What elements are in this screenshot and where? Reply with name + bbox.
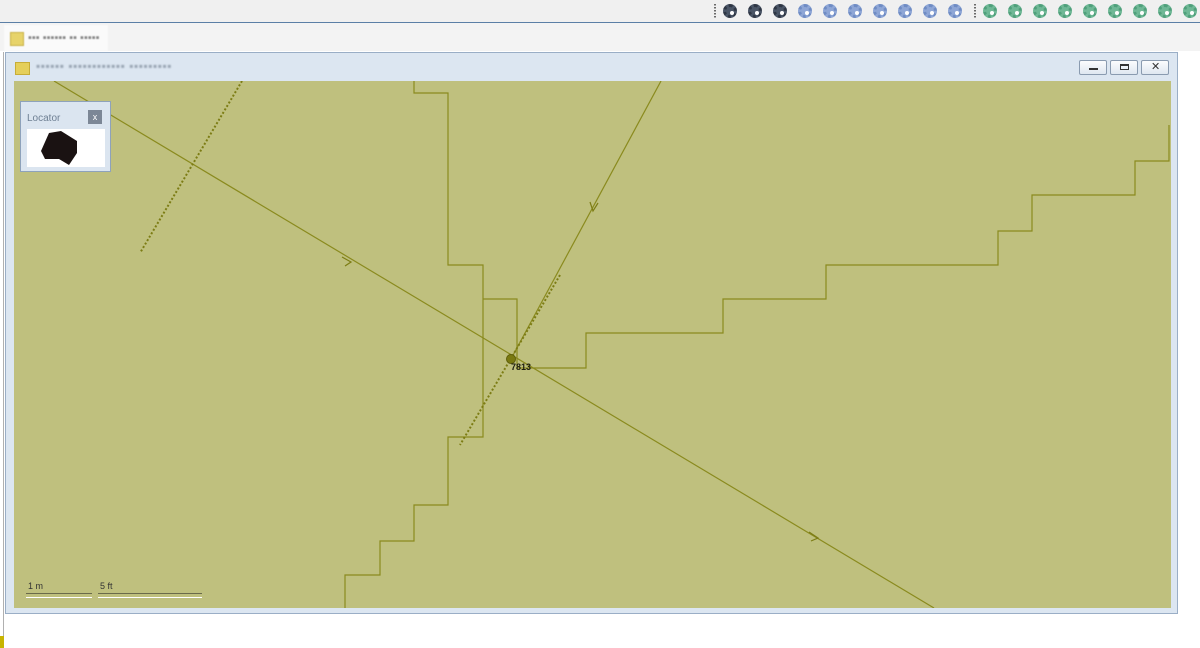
stepped-boundary-line [516,125,1170,369]
locator-title: Locator [27,113,61,124]
gear-green-icon[interactable] [1008,4,1022,18]
restore-icon [1120,64,1129,70]
gear-green-icon[interactable] [1183,4,1197,18]
locator-thumbnail [41,131,77,165]
dotted-line [139,81,243,254]
gear-green-icon[interactable] [1058,4,1072,18]
pipe-line [53,81,935,608]
gear-dark-icon[interactable] [748,4,762,18]
gear-green-icon[interactable] [1133,4,1147,18]
gear-blue-icon[interactable] [848,4,862,18]
toolbar-separator [714,4,716,18]
close-icon: ✕ [1151,61,1161,73]
scale-metric-line [26,593,92,598]
window-icon [15,62,30,75]
locator-overview-map[interactable] [27,129,105,167]
document-tab-label: ▪▪▪ ▪▪▪▪▪▪ ▪▪ ▪▪▪▪▪ [28,32,100,44]
scale-imperial-label: 5 ft [100,581,113,591]
stepped-boundary-line [483,298,518,342]
gear-dark-icon[interactable] [723,4,737,18]
close-button[interactable]: ✕ [1141,60,1169,75]
locator-panel: Locator x [20,101,111,172]
gear-green-icon[interactable] [983,4,997,18]
map-window: ▪▪▪▪▪▪ ▪▪▪▪▪▪▪▪▪▪▪▪ ▪▪▪▪▪▪▪▪▪ ✕ 7813 Loc… [5,52,1178,614]
left-border [3,52,4,636]
gear-blue-icon[interactable] [873,4,887,18]
map-canvas[interactable]: 7813 Locator x 1 m 5 ft [14,81,1171,608]
gear-green-icon[interactable] [1083,4,1097,18]
gear-blue-icon[interactable] [898,4,912,18]
scale-imperial-line [98,593,202,598]
gear-blue-icon[interactable] [823,4,837,18]
minimize-button[interactable] [1079,60,1107,75]
gear-blue-icon[interactable] [798,4,812,18]
document-tab-strip: ▪▪▪ ▪▪▪▪▪▪ ▪▪ ▪▪▪▪▪ [0,23,1200,51]
minimize-icon [1089,68,1098,70]
map-drawing [53,81,1170,608]
stepped-boundary-line [344,81,484,608]
gear-blue-icon[interactable] [923,4,937,18]
toolbar-separator [974,4,976,18]
gear-dark-icon[interactable] [773,4,787,18]
document-tab[interactable]: ▪▪▪ ▪▪▪▪▪▪ ▪▪ ▪▪▪▪▪ [4,25,108,51]
restore-button[interactable] [1110,60,1138,75]
gear-green-icon[interactable] [1033,4,1047,18]
gear-green-icon[interactable] [1108,4,1122,18]
node-label: 7813 [511,362,532,372]
app-icon [10,32,24,46]
pipe-line [510,81,662,360]
window-title: ▪▪▪▪▪▪ ▪▪▪▪▪▪▪▪▪▪▪▪ ▪▪▪▪▪▪▪▪▪ [36,59,173,73]
status-accent [0,636,4,648]
gear-green-icon[interactable] [1158,4,1172,18]
locator-close-button[interactable]: x [88,110,102,124]
locator-shape [41,131,77,165]
top-toolbar [0,0,1200,23]
scale-metric-label: 1 m [28,581,44,591]
scale-bar: 1 m 5 ft [20,581,220,601]
window-titlebar[interactable]: ▪▪▪▪▪▪ ▪▪▪▪▪▪▪▪▪▪▪▪ ▪▪▪▪▪▪▪▪▪ ✕ [6,53,1177,81]
gear-blue-icon[interactable] [948,4,962,18]
